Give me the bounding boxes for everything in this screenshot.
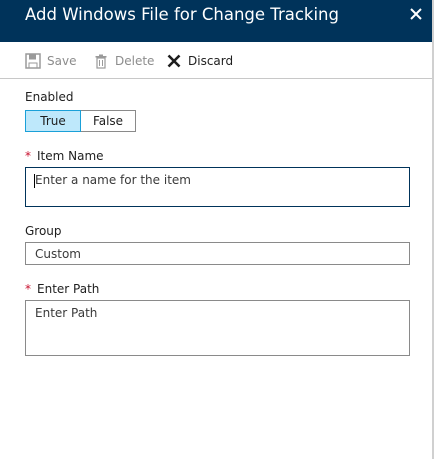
path-textarea[interactable]: Enter Path: [25, 300, 410, 356]
path-label-text: Enter Path: [37, 282, 100, 296]
save-button[interactable]: Save: [25, 51, 76, 71]
enabled-toggle: True False: [25, 110, 136, 132]
group-label: Group: [25, 224, 62, 238]
group-value: Custom: [35, 247, 81, 261]
blade-title: Add Windows File for Change Tracking: [25, 5, 339, 24]
save-icon: [25, 53, 41, 69]
item-name-placeholder: Enter a name for the item: [35, 173, 191, 187]
x-icon: [166, 53, 182, 69]
path-label: * Enter Path: [25, 282, 99, 296]
discard-button[interactable]: Discard: [166, 51, 233, 71]
item-name-label: * Item Name: [25, 149, 104, 163]
toggle-false-option[interactable]: False: [81, 110, 136, 132]
change-tracking-blade: Add Windows File for Change Tracking Sav…: [0, 0, 434, 459]
required-marker: *: [25, 282, 31, 296]
toggle-true-option[interactable]: True: [25, 110, 81, 132]
item-name-label-text: Item Name: [37, 149, 104, 163]
path-placeholder: Enter Path: [35, 306, 98, 320]
delete-label: Delete: [115, 54, 155, 68]
discard-label: Discard: [188, 54, 234, 68]
save-label: Save: [47, 54, 77, 68]
blade-header: Add Windows File for Change Tracking: [0, 0, 432, 42]
command-bar: Save Delete Discard: [0, 42, 432, 79]
trash-icon: [93, 53, 109, 69]
enabled-label: Enabled: [25, 90, 74, 104]
item-name-input[interactable]: Enter a name for the item: [25, 167, 410, 207]
group-input[interactable]: Custom: [25, 242, 410, 265]
delete-button[interactable]: Delete: [93, 51, 154, 71]
required-marker: *: [25, 149, 31, 163]
close-icon[interactable]: [406, 4, 426, 24]
